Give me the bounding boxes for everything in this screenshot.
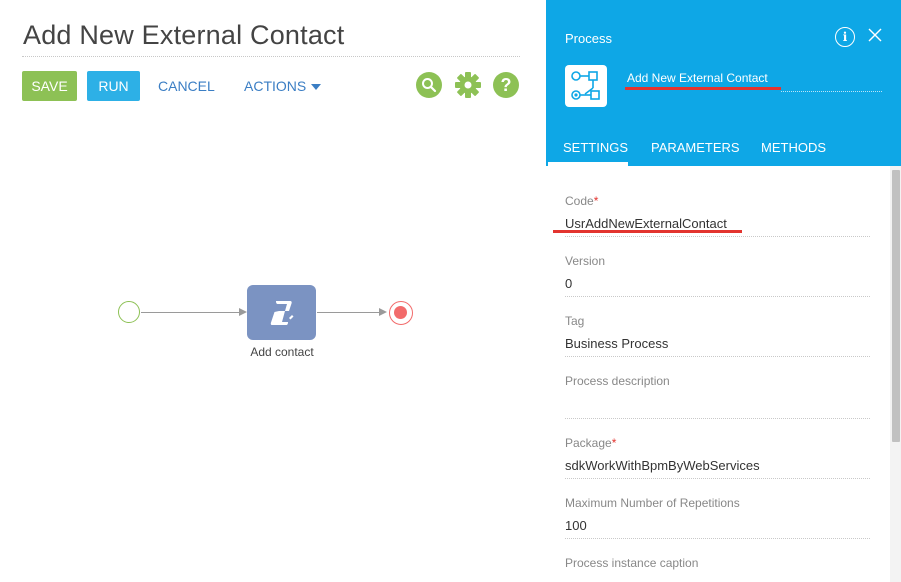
code-field[interactable]: UsrAddNewExternalContact (565, 216, 727, 231)
code-label: Code* (565, 194, 599, 208)
script-icon (270, 300, 293, 325)
gear-icon[interactable] (454, 71, 482, 99)
field-divider (565, 236, 870, 237)
caret-down-icon (311, 84, 322, 91)
arrow-icon (379, 308, 387, 316)
tab-parameters[interactable]: PARAMETERS (651, 140, 740, 155)
description-field[interactable] (565, 396, 870, 416)
field-divider (565, 356, 870, 357)
panel-header: Process i Add New External Contact SETTI… (546, 0, 901, 166)
field-divider (565, 538, 870, 539)
field-divider (565, 296, 870, 297)
process-name-field[interactable]: Add New External Contact (627, 71, 768, 85)
save-button[interactable]: SAVE (22, 71, 77, 101)
end-event-core (394, 306, 407, 319)
highlight-underline (553, 230, 742, 233)
task-label: Add contact (250, 345, 314, 359)
start-event[interactable] (118, 301, 140, 323)
settings-form: Code* UsrAddNewExternalContact Version 0… (546, 166, 901, 582)
tab-settings[interactable]: SETTINGS (563, 140, 628, 155)
package-label: Package* (565, 436, 617, 450)
page-title: Add New External Contact (23, 20, 345, 50)
sequence-flow-end[interactable] (317, 312, 379, 313)
max-repetitions-field[interactable]: 100 (565, 518, 587, 533)
panel-title: Process (565, 31, 612, 46)
end-event[interactable] (389, 301, 413, 325)
process-name-divider (781, 91, 882, 92)
field-divider (565, 478, 870, 479)
version-field[interactable]: 0 (565, 276, 572, 291)
package-field[interactable]: sdkWorkWithBpmByWebServices (565, 458, 760, 473)
cancel-button[interactable]: CANCEL (158, 71, 215, 101)
instance-caption-label: Process instance caption (565, 556, 699, 570)
run-button[interactable]: RUN (87, 71, 140, 101)
actions-menu-button[interactable]: ACTIONS (244, 71, 324, 101)
sequence-flow-start[interactable] (141, 312, 239, 313)
help-icon[interactable]: ? (493, 72, 519, 98)
title-divider (22, 56, 520, 57)
version-label: Version (565, 254, 606, 268)
scrollbar-thumb[interactable] (892, 170, 900, 442)
properties-panel: Process i Add New External Contact SETTI… (546, 0, 901, 582)
max-repetitions-label: Maximum Number of Repetitions (565, 496, 740, 510)
highlight-underline (625, 87, 781, 90)
add-contact-task[interactable] (247, 285, 316, 340)
info-icon[interactable]: i (835, 27, 855, 47)
search-icon[interactable] (416, 72, 442, 98)
close-icon[interactable] (866, 24, 884, 46)
arrow-icon (239, 308, 247, 316)
actions-label: ACTIONS (244, 78, 307, 94)
description-label: Process description (565, 374, 670, 388)
tag-field[interactable]: Business Process (565, 336, 668, 351)
field-divider (565, 418, 870, 419)
tag-label: Tag (565, 314, 585, 328)
tab-methods[interactable]: METHODS (761, 140, 826, 155)
process-icon (565, 65, 607, 107)
